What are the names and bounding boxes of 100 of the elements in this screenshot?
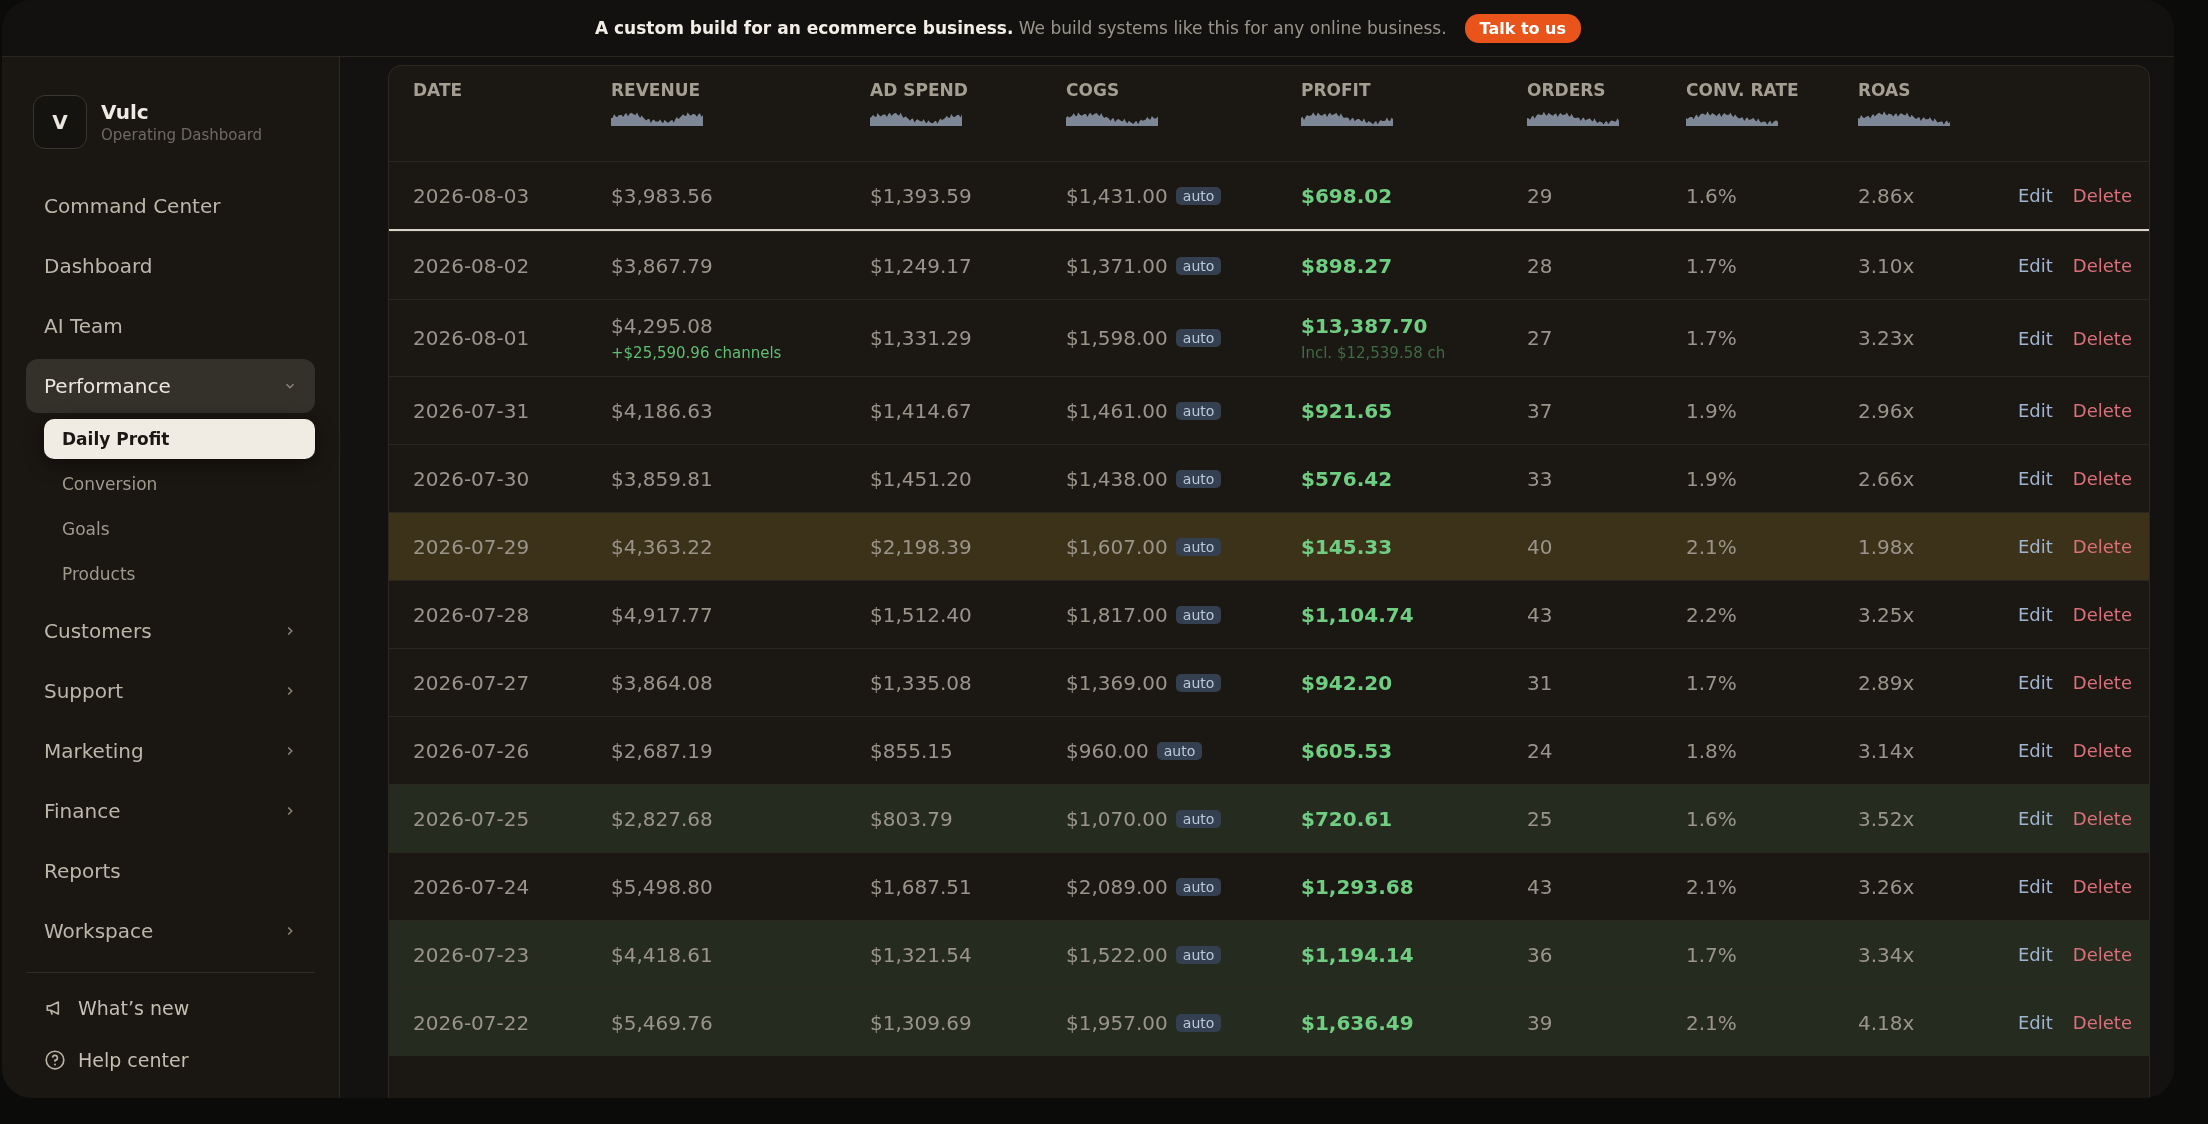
auto-tag: auto <box>1175 809 1222 828</box>
brand-subtitle: Operating Dashboard <box>101 126 263 144</box>
delete-link[interactable]: Delete <box>2072 468 2132 489</box>
cogs-cell: $1,607.00 <box>1066 534 1168 559</box>
ad-spend-cell: $1,414.67 <box>870 398 972 423</box>
orders-cell: 39 <box>1527 1010 1553 1035</box>
subnav-item[interactable]: Goals <box>44 509 315 549</box>
roas-cell: 3.34x <box>1858 942 1915 967</box>
revenue-cell: $4,186.63 <box>611 398 713 423</box>
footer-link[interactable]: Help center <box>26 1041 315 1079</box>
cogs-cell: $1,369.00 <box>1066 670 1168 695</box>
nav-item[interactable]: Customers <box>26 604 315 658</box>
auto-tag: auto <box>1175 877 1222 896</box>
delete-link[interactable]: Delete <box>2072 255 2132 276</box>
auto-tag: auto <box>1175 1013 1222 1032</box>
delete-link[interactable]: Delete <box>2072 672 2132 693</box>
edit-link[interactable]: Edit <box>2018 672 2053 693</box>
profit-note: Incl. $12,539.58 ch <box>1301 344 1446 362</box>
table-row[interactable]: 2026-08-03 $3,983.56 $1,393.59 $1,431.00 auto $698.02 29 1.6% 2.86x Edit Delete <box>389 161 2149 231</box>
brand-name: Vulc <box>101 100 150 124</box>
table-row[interactable]: 2026-07-31 $4,186.63 $1,414.67 $1,461.00 auto $921.65 37 1.9% 2.96x Edit Delete <box>389 376 2149 444</box>
table-row[interactable]: 2026-07-29 $4,363.22 $2,198.39 $1,607.00 auto $145.33 40 2.1% 1.98x Edit Delete <box>389 512 2149 580</box>
nav-item[interactable]: Workspace <box>26 904 315 958</box>
delete-link[interactable]: Delete <box>2072 536 2132 557</box>
ad-spend-cell: $855.15 <box>870 738 953 763</box>
table-row[interactable]: 2026-07-22 $5,469.76 $1,309.69 $1,957.00 auto $1,636.49 39 2.1% 4.18x Edit Delete <box>389 988 2149 1056</box>
table-row[interactable]: 2026-08-02 $3,867.79 $1,249.17 $1,371.00 auto $898.27 28 1.7% 3.10x Edit Delete <box>389 231 2149 299</box>
edit-link[interactable]: Edit <box>2018 1012 2053 1033</box>
profit-cell: $1,293.68 <box>1301 874 1414 899</box>
cogs-cell: $1,598.00 <box>1066 326 1168 350</box>
auto-tag: auto <box>1175 605 1222 624</box>
delete-link[interactable]: Delete <box>2072 808 2132 829</box>
profit-cell: $720.61 <box>1301 806 1393 831</box>
edit-link[interactable]: Edit <box>2018 876 2053 897</box>
revenue-cell: $3,983.56 <box>611 183 713 208</box>
auto-tag: auto <box>1175 537 1222 556</box>
edit-link[interactable]: Edit <box>2018 468 2053 489</box>
nav-item[interactable]: AI Team <box>26 299 315 353</box>
auto-tag: auto <box>1156 741 1203 760</box>
revenue-cell: $4,418.61 <box>611 942 713 967</box>
delete-link[interactable]: Delete <box>2072 185 2132 206</box>
edit-link[interactable]: Edit <box>2018 808 2053 829</box>
subnav-item[interactable]: Daily Profit <box>44 419 315 459</box>
logo: V <box>33 95 87 149</box>
delete-link[interactable]: Delete <box>2072 604 2132 625</box>
table-row[interactable]: 2026-08-01 $4,295.08 +$25,590.96 channels $1,331.29 $1,598.00 auto $13,387.70 Incl. $12,539.58 ch 27 1.7% 3.23x Edit Delete <box>389 299 2149 376</box>
table-row[interactable]: 2026-07-23 $4,418.61 $1,321.54 $1,522.00 auto $1,194.14 36 1.7% 3.34x Edit Delete <box>389 920 2149 988</box>
orders-cell: 27 <box>1527 326 1553 350</box>
cogs-cell: $1,461.00 <box>1066 398 1168 423</box>
column-header: CONV. RATE <box>1686 80 1799 100</box>
revenue-cell: $5,498.80 <box>611 874 713 899</box>
edit-link[interactable]: Edit <box>2018 327 2053 349</box>
column-header: ROAS <box>1858 80 1911 100</box>
auto-tag: auto <box>1175 673 1222 692</box>
nav-item[interactable]: Finance <box>26 784 315 838</box>
roas-cell: 2.89x <box>1858 670 1915 695</box>
delete-link[interactable]: Delete <box>2072 876 2132 897</box>
nav-item[interactable]: Dashboard <box>26 239 315 293</box>
revenue-cell: $2,687.19 <box>611 738 713 763</box>
ad-spend-cell: $1,321.54 <box>870 942 972 967</box>
nav-item[interactable]: Performance <box>26 359 315 413</box>
nav-item[interactable]: Support <box>26 664 315 718</box>
edit-link[interactable]: Edit <box>2018 944 2053 965</box>
ad-spend-cell: $803.79 <box>870 806 953 831</box>
roas-cell: 3.52x <box>1858 806 1915 831</box>
cogs-cell: $1,957.00 <box>1066 1010 1168 1035</box>
table-row[interactable]: 2026-07-28 $4,917.77 $1,512.40 $1,817.00 auto $1,104.74 43 2.2% 3.25x Edit Delete <box>389 580 2149 648</box>
subnav-item[interactable]: Conversion <box>44 464 315 504</box>
orders-cell: 43 <box>1527 602 1553 627</box>
table-row[interactable]: 2026-07-27 $3,864.08 $1,335.08 $1,369.00 auto $942.20 31 1.7% 2.89x Edit Delete <box>389 648 2149 716</box>
conv-rate-cell: 1.7% <box>1686 326 1737 350</box>
delete-link[interactable]: Delete <box>2072 944 2132 965</box>
edit-link[interactable]: Edit <box>2018 536 2053 557</box>
table-row[interactable]: 2026-07-25 $2,827.68 $803.79 $1,070.00 auto $720.61 25 1.6% 3.52x Edit Delete <box>389 784 2149 852</box>
roas-cell: 4.18x <box>1858 1010 1915 1035</box>
delete-link[interactable]: Delete <box>2072 740 2132 761</box>
date-cell: 2026-07-30 <box>413 466 530 491</box>
ad-spend-cell: $1,331.29 <box>870 326 972 350</box>
nav-item[interactable]: Command Center <box>26 179 315 233</box>
nav-item[interactable]: Marketing <box>26 724 315 778</box>
auto-tag: auto <box>1175 469 1222 488</box>
delete-link[interactable]: Delete <box>2072 327 2132 349</box>
delete-link[interactable]: Delete <box>2072 400 2132 421</box>
roas-cell: 3.26x <box>1858 874 1915 899</box>
edit-link[interactable]: Edit <box>2018 185 2053 206</box>
profit-cell: $13,387.70 <box>1301 314 1428 338</box>
profit-cell: $898.27 <box>1301 253 1393 278</box>
nav-item[interactable]: Reports <box>26 844 315 898</box>
subnav-item[interactable]: Products <box>44 554 315 594</box>
orders-cell: 29 <box>1527 183 1553 208</box>
date-cell: 2026-07-25 <box>413 806 530 831</box>
delete-link[interactable]: Delete <box>2072 1012 2132 1033</box>
edit-link[interactable]: Edit <box>2018 255 2053 276</box>
cogs-cell: $1,522.00 <box>1066 942 1168 967</box>
edit-link[interactable]: Edit <box>2018 604 2053 625</box>
ad-spend-cell: $1,309.69 <box>870 1010 972 1035</box>
edit-link[interactable]: Edit <box>2018 400 2053 421</box>
talk-to-us-button[interactable]: Talk to us <box>1464 13 1581 43</box>
edit-link[interactable]: Edit <box>2018 740 2053 761</box>
footer-link[interactable]: What’s new <box>26 989 315 1027</box>
